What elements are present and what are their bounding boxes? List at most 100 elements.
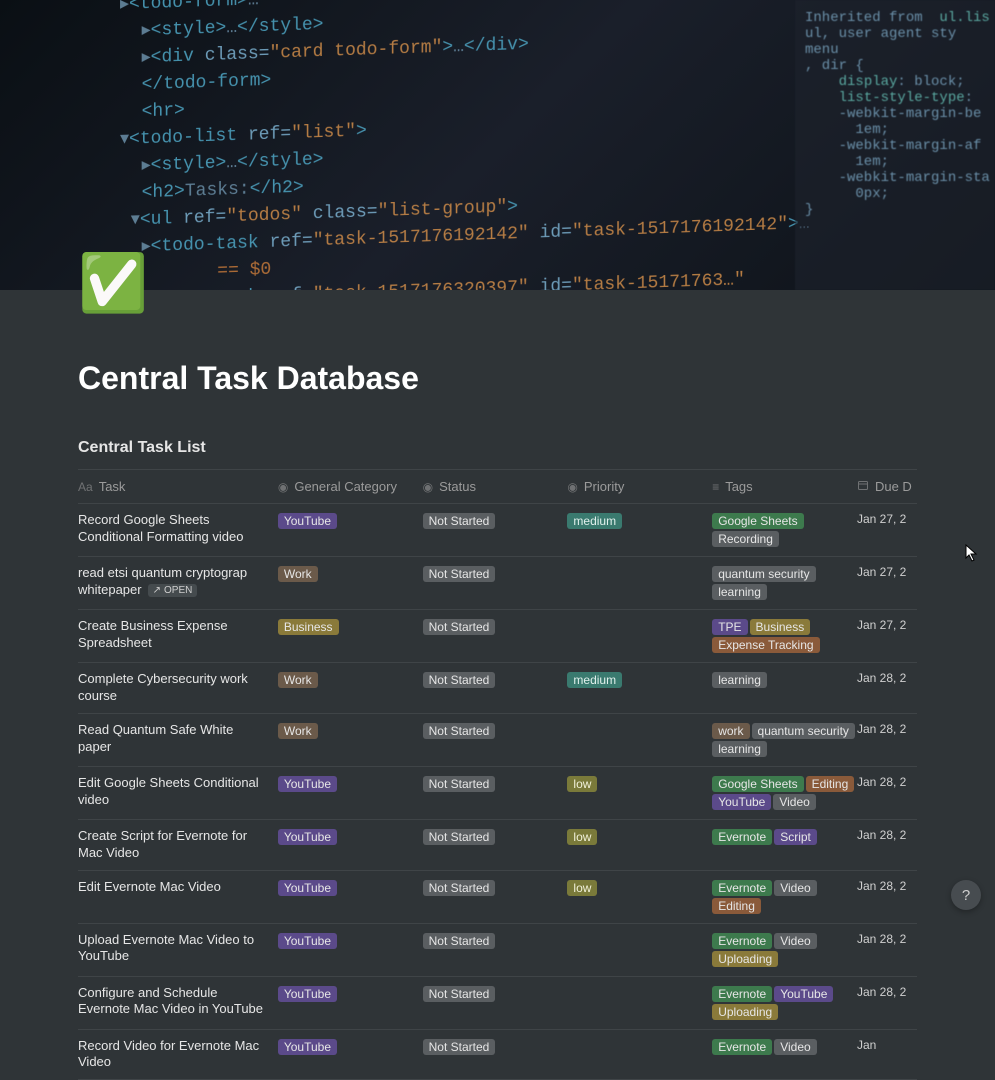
cell-task[interactable]: Configure and Schedule Evernote Mac Vide… <box>78 985 278 1019</box>
cell-status[interactable]: Not Started <box>423 985 568 1003</box>
cell-status[interactable]: Not Started <box>423 1038 568 1056</box>
cell-due[interactable]: Jan 28, 2 <box>857 671 917 685</box>
open-button[interactable]: ↗OPEN <box>148 584 198 597</box>
tag-pill: Business <box>750 619 811 635</box>
tag-pill: learning <box>712 741 767 757</box>
table-row[interactable]: Edit Google Sheets Conditional video YouT… <box>78 767 917 820</box>
cell-due[interactable]: Jan 28, 2 <box>857 828 917 842</box>
tag-pill: medium <box>567 513 622 529</box>
cell-status[interactable]: Not Started <box>423 879 568 897</box>
cell-category[interactable]: YouTube <box>278 932 423 950</box>
cell-category[interactable]: YouTube <box>278 512 423 530</box>
text-icon: Aa <box>78 480 93 494</box>
table-row[interactable]: Read Quantum Safe White paperWorkNot Sta… <box>78 714 917 767</box>
cell-status[interactable]: Not Started <box>423 512 568 530</box>
tag-pill: Not Started <box>423 829 496 845</box>
cell-task[interactable]: Record Video for Evernote Mac Video <box>78 1038 278 1072</box>
cell-task[interactable]: Complete Cybersecurity work course <box>78 671 278 705</box>
cell-task[interactable]: Edit Evernote Mac Video <box>78 879 278 896</box>
cell-tags[interactable]: EvernoteYouTubeUploading <box>712 985 857 1021</box>
cell-tags[interactable]: EvernoteVideoUploading <box>712 932 857 968</box>
tag-pill: YouTube <box>278 933 337 949</box>
cell-status[interactable]: Not Started <box>423 671 568 689</box>
column-header-priority[interactable]: ◉ Priority <box>567 479 712 494</box>
cell-priority[interactable]: medium <box>567 671 712 689</box>
open-icon: ↗ <box>153 585 161 596</box>
cell-tags[interactable]: TPEBusinessExpense Tracking <box>712 618 857 654</box>
tag-pill: TPE <box>712 619 747 635</box>
cell-category[interactable]: Business <box>278 618 423 636</box>
cell-priority[interactable]: low <box>567 879 712 897</box>
column-header-due[interactable]: Due D <box>857 479 917 494</box>
tag-pill: Evernote <box>712 880 772 896</box>
cell-due[interactable]: Jan 27, 2 <box>857 512 917 526</box>
cell-category[interactable]: YouTube <box>278 828 423 846</box>
tag-pill: Not Started <box>423 672 496 688</box>
task-name: Edit Google Sheets Conditional video <box>78 775 259 807</box>
cell-status[interactable]: Not Started <box>423 565 568 583</box>
cell-tags[interactable]: EvernoteVideoEditing <box>712 879 857 915</box>
task-name: Record Video for Evernote Mac Video <box>78 1038 259 1070</box>
cell-due[interactable]: Jan <box>857 1038 917 1052</box>
tag-pill: Evernote <box>712 986 772 1002</box>
cell-tags[interactable]: Google SheetsEditingYouTubeVideo <box>712 775 857 811</box>
cell-status[interactable]: Not Started <box>423 618 568 636</box>
cell-due[interactable]: Jan 28, 2 <box>857 722 917 736</box>
cell-due[interactable]: Jan 27, 2 <box>857 618 917 632</box>
cell-category[interactable]: YouTube <box>278 1038 423 1056</box>
cell-tags[interactable]: Google SheetsRecording <box>712 512 857 548</box>
cell-due[interactable]: Jan 27, 2 <box>857 565 917 579</box>
cell-tags[interactable]: EvernoteScript <box>712 828 857 846</box>
cell-priority[interactable]: low <box>567 775 712 793</box>
cell-task[interactable]: Upload Evernote Mac Video to YouTube <box>78 932 278 966</box>
cell-tags[interactable]: EvernoteVideo <box>712 1038 857 1056</box>
column-header-category[interactable]: ◉ General Category <box>278 479 423 494</box>
cell-task[interactable]: Create Business Expense Spreadsheet <box>78 618 278 652</box>
cell-category[interactable]: YouTube <box>278 775 423 793</box>
cell-priority[interactable]: medium <box>567 512 712 530</box>
cell-status[interactable]: Not Started <box>423 722 568 740</box>
cell-category[interactable]: Work <box>278 722 423 740</box>
table-row[interactable]: Create Business Expense SpreadsheetBusin… <box>78 610 917 663</box>
table-row[interactable]: Record Google Sheets Conditional Formatt… <box>78 504 917 557</box>
column-header-status[interactable]: ◉ Status <box>423 479 568 494</box>
column-header-task[interactable]: Aa Task <box>78 479 278 494</box>
cell-due[interactable]: Jan 28, 2 <box>857 985 917 999</box>
cell-category[interactable]: Work <box>278 671 423 689</box>
cell-status[interactable]: Not Started <box>423 775 568 793</box>
cell-tags[interactable]: workquantum securitylearning <box>712 722 857 758</box>
cell-task[interactable]: Create Script for Evernote for Mac Video <box>78 828 278 862</box>
table-row[interactable]: Edit Evernote Mac VideoYouTubeNot Starte… <box>78 871 917 924</box>
cell-category[interactable]: YouTube <box>278 985 423 1003</box>
cell-category[interactable]: YouTube <box>278 879 423 897</box>
tag-pill: Recording <box>712 531 779 547</box>
cell-category[interactable]: Work <box>278 565 423 583</box>
tag-pill: learning <box>712 584 767 600</box>
help-button[interactable]: ? <box>951 880 981 910</box>
view-title[interactable]: Central Task List <box>78 439 917 457</box>
page-icon[interactable]: ✅ <box>78 255 142 319</box>
cell-task[interactable]: Record Google Sheets Conditional Formatt… <box>78 512 278 546</box>
cell-task[interactable]: Read Quantum Safe White paper <box>78 722 278 756</box>
cell-due[interactable]: Jan 28, 2 <box>857 879 917 893</box>
cell-tags[interactable]: quantum securitylearning <box>712 565 857 601</box>
cell-tags[interactable]: learning <box>712 671 857 689</box>
cell-due[interactable]: Jan 28, 2 <box>857 932 917 946</box>
column-header-tags[interactable]: ≡ Tags <box>712 479 857 494</box>
table-row[interactable]: Create Script for Evernote for Mac Video… <box>78 820 917 871</box>
tag-pill: Not Started <box>423 880 496 896</box>
cell-status[interactable]: Not Started <box>423 828 568 846</box>
table-row[interactable]: Upload Evernote Mac Video to YouTubeYouT… <box>78 924 917 977</box>
cell-status[interactable]: Not Started <box>423 932 568 950</box>
cell-priority[interactable]: low <box>567 828 712 846</box>
cell-task[interactable]: read etsi quantum cryptograp whitepaper↗… <box>78 565 278 599</box>
cell-due[interactable]: Jan 28, 2 <box>857 775 917 789</box>
table-row[interactable]: Configure and Schedule Evernote Mac Vide… <box>78 977 917 1030</box>
table-row[interactable]: Complete Cybersecurity work courseWorkNo… <box>78 663 917 714</box>
cell-task[interactable]: Edit Google Sheets Conditional video <box>78 775 278 809</box>
cover-image[interactable]: ▸<todo-form>… ▸<style>…</style> ▸<div cl… <box>0 0 995 290</box>
table-row[interactable]: read etsi quantum cryptograp whitepaper↗… <box>78 557 917 610</box>
table-row[interactable]: Record Video for Evernote Mac Video YouTu… <box>78 1030 917 1080</box>
tag-pill: Uploading <box>712 1004 778 1020</box>
page-title[interactable]: Central Task Database <box>78 360 917 397</box>
